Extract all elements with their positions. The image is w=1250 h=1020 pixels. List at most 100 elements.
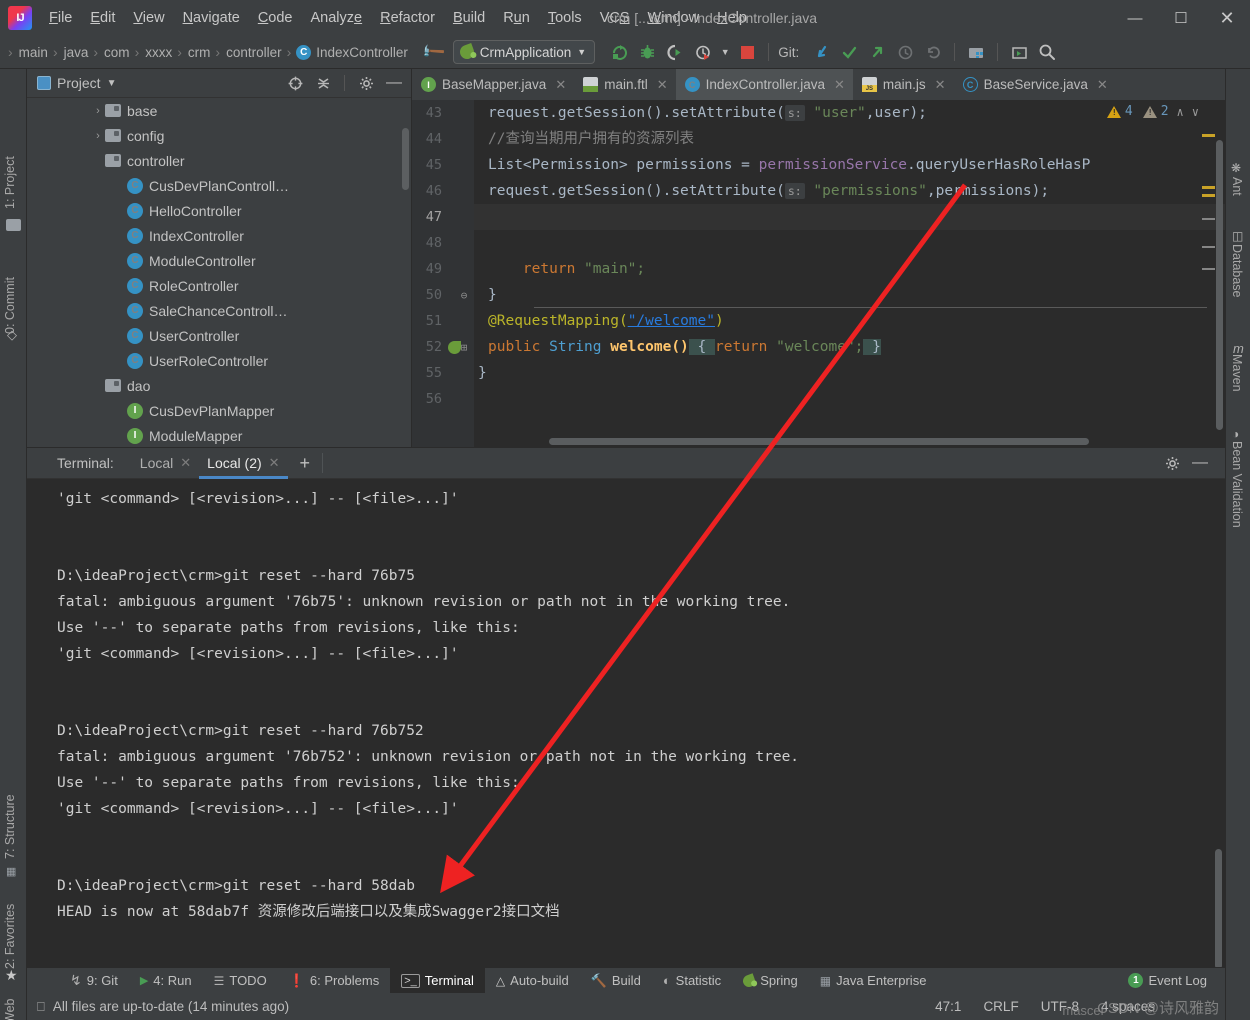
gutter-line[interactable]: 49 (412, 256, 474, 282)
debug-icon[interactable] (635, 40, 659, 64)
tree-expand-arrow-icon[interactable]: ⱟ (91, 155, 105, 167)
breadcrumb-main[interactable]: main (18, 43, 49, 62)
terminal-tab-local-2[interactable]: Local (2) ✕ (199, 448, 287, 479)
error-stripe-markers[interactable] (1201, 100, 1215, 447)
status-build[interactable]: 🔨 Build (580, 968, 652, 994)
close-icon[interactable]: ✕ (657, 77, 668, 93)
tab-indexcontroller[interactable]: C IndexController.java ✕ (676, 69, 853, 100)
terminal-output[interactable]: 'git <command> [<revision>...] -- [<file… (27, 479, 1225, 967)
terminal-scrollbar[interactable] (1215, 849, 1222, 967)
code-fold-icon[interactable]: ⊖ (456, 282, 472, 308)
menu-edit[interactable]: Edit (81, 6, 124, 30)
tree-expand-arrow-icon[interactable]: › (91, 105, 105, 117)
tree-node[interactable]: I ModuleMapper (27, 423, 411, 447)
code-content[interactable]: request.getSession().setAttribute(s: "us… (474, 100, 1225, 447)
tab-basemapper[interactable]: I BaseMapper.java ✕ (412, 69, 574, 100)
menu-view[interactable]: View (124, 6, 173, 30)
status-terminal[interactable]: >_ Terminal (390, 968, 485, 994)
close-icon[interactable]: ✕ (1097, 77, 1108, 93)
close-button[interactable]: ✕ (1204, 0, 1250, 36)
tree-node[interactable]: I CusDevPlanMapper (27, 398, 411, 423)
breadcrumb-crm[interactable]: crm (187, 43, 212, 62)
menu-build[interactable]: Build (444, 6, 494, 30)
tree-expand-arrow-icon[interactable]: › (91, 130, 105, 142)
sidebar-item-favorites[interactable]: 2: Favorites (3, 904, 17, 969)
indent-setting[interactable]: 4 spaces (1101, 999, 1155, 1014)
status-todo[interactable]: ☰ TODO (203, 968, 278, 994)
gear-icon[interactable] (355, 72, 377, 94)
editor-gutter[interactable]: 43 44 45 46 47 48 49 50 ⊖ 51 52 ⊞ 55 56 (412, 100, 474, 447)
sidebar-item-structure[interactable]: 7: Structure (3, 794, 17, 859)
gutter-line[interactable]: 52 ⊞ (412, 334, 474, 360)
status-run[interactable]: ▶ 4: Run (129, 968, 203, 994)
code-url-literal[interactable]: "/welcome" (628, 313, 715, 329)
project-tool-icon[interactable] (6, 219, 21, 231)
breadcrumb-xxxx[interactable]: xxxx (144, 43, 173, 62)
tree-node[interactable]: ⱟ controller (27, 148, 411, 173)
line-separator[interactable]: CRLF (983, 999, 1018, 1014)
sidebar-item-project[interactable]: 1: Project (3, 156, 17, 209)
menu-tools[interactable]: Tools (539, 6, 591, 30)
hide-terminal-icon[interactable]: — (1189, 452, 1211, 474)
bean-validation-icon[interactable]: ◑ (1232, 427, 1239, 441)
gutter-line[interactable]: 46 (412, 178, 474, 204)
breadcrumb-com[interactable]: com (103, 43, 131, 62)
ant-icon[interactable]: ❋ (1231, 161, 1241, 175)
git-update-icon[interactable] (809, 40, 833, 64)
editor-horizontal-scrollbar[interactable] (549, 438, 1089, 445)
structure-tool-icon[interactable]: ▦ (6, 865, 16, 878)
tree-node[interactable]: › base (27, 98, 411, 123)
status-problems[interactable]: ❗ 6: Problems (278, 968, 391, 994)
gutter-line[interactable]: 50 ⊖ (412, 282, 474, 308)
file-encoding[interactable]: UTF-8 (1041, 999, 1079, 1014)
close-icon[interactable]: ✕ (180, 455, 191, 471)
close-icon[interactable]: ✕ (834, 77, 845, 93)
git-commit-icon[interactable] (837, 40, 861, 64)
gutter-line[interactable]: 45 (412, 152, 474, 178)
code-editor[interactable]: 43 44 45 46 47 48 49 50 ⊖ 51 52 ⊞ 55 56 request.getSe… (412, 100, 1225, 447)
breadcrumb-controller[interactable]: controller (225, 43, 283, 62)
maven-icon[interactable]: m (1233, 341, 1244, 356)
gutter-line[interactable]: 56 (412, 386, 474, 412)
tab-main-ftl[interactable]: main.ftl ✕ (574, 69, 675, 100)
prev-problem-icon[interactable]: ∧ (1177, 105, 1184, 119)
run-configuration-selector[interactable]: CrmApplication ▼ (453, 40, 595, 64)
preview-icon[interactable] (1007, 40, 1031, 64)
code-fold-icon[interactable]: ⊞ (456, 334, 472, 360)
tree-node[interactable]: C ModuleController (27, 248, 411, 273)
chevron-down-icon[interactable]: ▼ (107, 78, 117, 89)
gutter-line[interactable]: 44 (412, 126, 474, 152)
gutter-line[interactable]: 47 (412, 204, 474, 230)
tree-node[interactable]: C SaleChanceControll… (27, 298, 411, 323)
hide-panel-icon[interactable]: — (383, 72, 405, 94)
menu-refactor[interactable]: Refactor (371, 6, 444, 30)
tab-main-js[interactable]: main.js ✕ (853, 69, 954, 100)
git-push-icon[interactable] (865, 40, 889, 64)
menu-analyze[interactable]: Analyze (302, 6, 372, 30)
breadcrumb-class[interactable]: IndexController (315, 43, 409, 62)
tree-node[interactable]: C RoleController (27, 273, 411, 298)
tab-baseservice[interactable]: C BaseService.java ✕ (954, 69, 1116, 100)
status-java-enterprise[interactable]: ▦ Java Enterprise (809, 968, 938, 994)
gutter-line[interactable]: 51 (412, 308, 474, 334)
editor-vertical-scrollbar[interactable] (1216, 140, 1223, 430)
gutter-line[interactable]: 48 (412, 230, 474, 256)
status-spring[interactable]: Spring (732, 968, 809, 994)
star-icon[interactable]: ★ (5, 967, 18, 984)
sidebar-item-database[interactable]: Database (1230, 244, 1244, 298)
tree-node[interactable]: C UserController (27, 323, 411, 348)
caret-position[interactable]: 47:1 (935, 999, 961, 1014)
status-statistic[interactable]: ◐ Statistic (652, 968, 732, 994)
tree-node[interactable]: C CusDevPlanControll… (27, 173, 411, 198)
gear-icon[interactable] (1161, 452, 1183, 474)
project-structure-icon[interactable] (964, 40, 988, 64)
rerun-icon[interactable] (607, 40, 631, 64)
status-git[interactable]: ↯ 9: Git (59, 968, 129, 994)
next-problem-icon[interactable]: ∨ (1192, 105, 1199, 119)
project-tree[interactable]: › base › config ⱟ controller C CusDevPlanContro… (27, 97, 411, 447)
commit-tool-icon[interactable]: ◇ (7, 327, 17, 343)
build-hammer-icon[interactable]: 🔨 (419, 38, 447, 66)
sidebar-item-ant[interactable]: Ant (1230, 177, 1244, 196)
inspection-widget[interactable]: 4 2 ∧ ∨ (1107, 104, 1199, 119)
tree-expand-arrow-icon[interactable]: ⱟ (91, 380, 105, 392)
